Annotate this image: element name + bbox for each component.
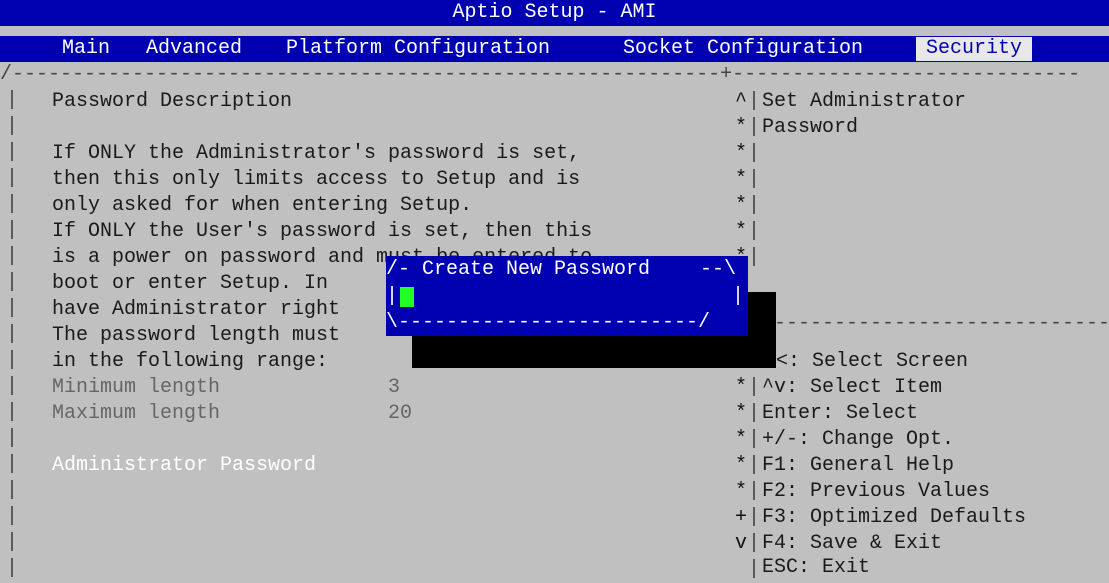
popup-shadow-bottom: [412, 336, 776, 368]
dialog-top-border-right: --\: [688, 258, 737, 281]
scroll-marker: *: [734, 402, 747, 425]
key-help-general-help: F1: General Help: [762, 454, 955, 477]
scroll-marker: *: [734, 454, 747, 477]
dialog-title: Create New Password: [422, 258, 651, 281]
tab-main[interactable]: Main: [62, 36, 110, 62]
scroll-marker: *: [734, 428, 747, 451]
description-line-6: boot or enter Setup. In: [52, 272, 329, 295]
description-line-8: The password length must: [52, 324, 341, 347]
dialog-top-border-left: /-: [386, 258, 423, 281]
min-length-value: 3: [388, 376, 401, 399]
scroll-marker: *: [734, 194, 747, 217]
description-line-3: only asked for when entering Setup.: [52, 194, 473, 217]
key-help-save-exit: F4: Save & Exit: [762, 532, 943, 555]
scroll-marker: +: [734, 506, 747, 529]
min-length-label: Minimum length: [52, 376, 221, 399]
key-help-esc-exit: ESC: Exit: [762, 556, 871, 579]
scroll-marker: *: [734, 142, 747, 165]
max-length-value: 20: [388, 402, 413, 425]
scroll-marker: v: [734, 532, 747, 555]
key-help-previous-values: F2: Previous Values: [762, 480, 991, 503]
menu-bar: Main Advanced Platform Configuration Soc…: [0, 36, 1109, 62]
max-length-label: Maximum length: [52, 402, 221, 425]
key-help-change-opt: +/-: Change Opt.: [762, 428, 955, 451]
key-help-enter: Enter: Select: [762, 402, 919, 425]
tab-platform-configuration[interactable]: Platform Configuration: [286, 36, 550, 62]
help-line-2: Password: [762, 116, 859, 139]
key-help-select-screen: <: Select Screen: [776, 350, 969, 373]
description-line-9: in the following range:: [52, 350, 329, 373]
frame-left-border: | | | | | | | | | | | | | | | | | | |: [6, 89, 19, 580]
password-description-heading: Password Description: [52, 90, 293, 113]
scroll-marker: ^: [734, 90, 747, 113]
tab-security[interactable]: Security: [916, 37, 1033, 61]
scroll-marker: *: [734, 168, 747, 191]
tab-advanced[interactable]: Advanced: [146, 36, 242, 62]
panel-divider-lower: | | | | | | | |: [748, 376, 761, 581]
scroll-marker: *: [734, 116, 747, 139]
description-line-1: If ONLY the Administrator's password is …: [52, 142, 581, 165]
password-input[interactable]: [400, 287, 414, 307]
description-line-2: then this only limits access to Setup an…: [52, 168, 581, 191]
scroll-marker: *: [734, 220, 747, 243]
dialog-bottom-border: \-------------------------/: [386, 311, 711, 334]
description-line-4: If ONLY the User's password is set, then…: [52, 220, 593, 243]
scroll-marker: *: [734, 480, 747, 503]
frame-top-border: /---------------------------------------…: [0, 63, 1081, 86]
key-help-select-item: ^v: Select Item: [762, 376, 943, 399]
dialog-right-border: |: [732, 285, 745, 308]
window-title: Aptio Setup - AMI: [0, 0, 1109, 26]
description-line-7: have Administrator right: [52, 298, 341, 321]
scroll-marker: *: [734, 376, 747, 399]
tab-socket-configuration[interactable]: Socket Configuration: [623, 36, 863, 62]
dialog-left-border: |: [386, 285, 399, 308]
panel-divider: | | | | | | |: [748, 90, 761, 269]
key-help-optimized-defaults: F3: Optimized Defaults: [762, 506, 1027, 529]
administrator-password-item[interactable]: Administrator Password: [52, 453, 316, 479]
help-separator: ------------------------------: [762, 312, 1109, 335]
create-password-dialog: /- Create New Password --\ | | \--------…: [386, 256, 748, 336]
help-line-1: Set Administrator: [762, 90, 967, 113]
